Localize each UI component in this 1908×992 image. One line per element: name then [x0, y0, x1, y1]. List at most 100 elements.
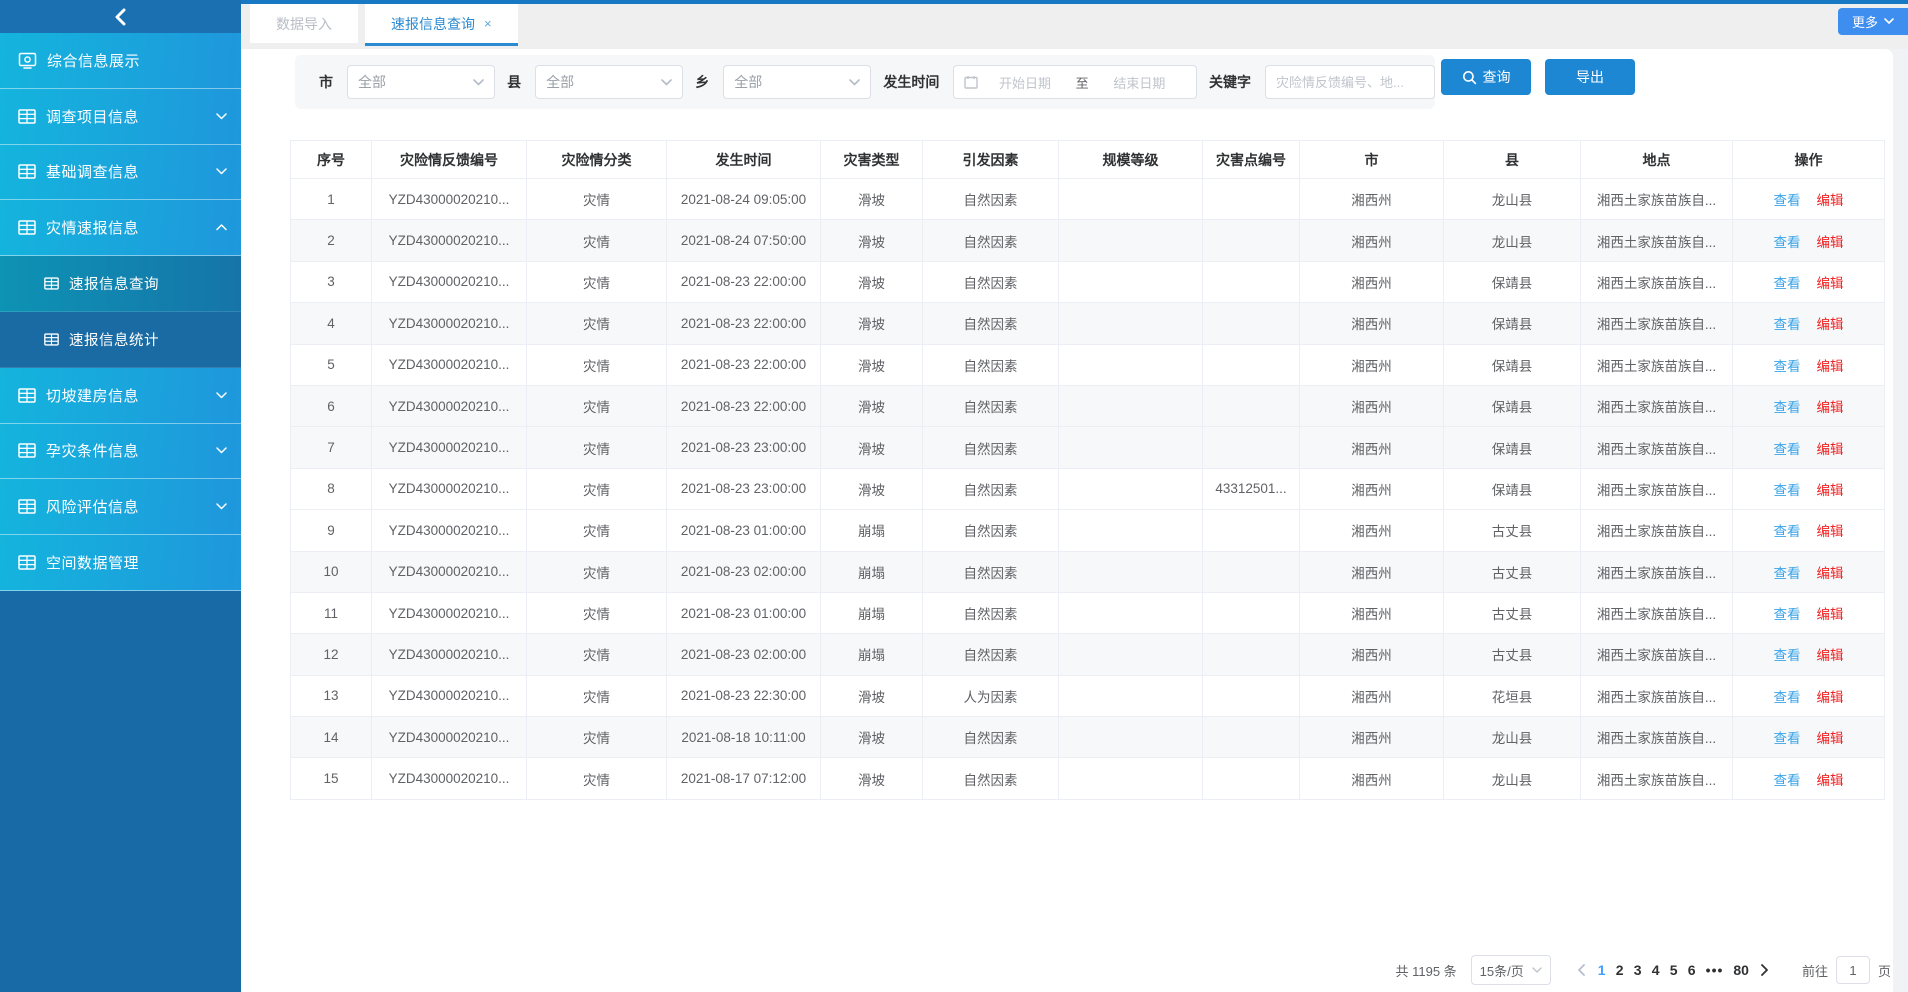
table-cell: 湘西州: [1300, 717, 1444, 758]
table-cell: YZD43000020210...: [372, 261, 527, 302]
view-link[interactable]: 查看: [1774, 731, 1801, 746]
sidebar-item-5[interactable]: 孕灾条件信息: [0, 424, 241, 480]
table-cell: 9: [291, 510, 372, 551]
search-button[interactable]: 查询: [1441, 59, 1531, 95]
edit-link[interactable]: 编辑: [1817, 524, 1844, 539]
edit-link[interactable]: 编辑: [1817, 317, 1844, 332]
export-button[interactable]: 导出: [1545, 59, 1635, 95]
table-cell: 自然因素: [923, 303, 1059, 344]
page-number-1[interactable]: 1: [1593, 956, 1611, 984]
view-link[interactable]: 查看: [1774, 483, 1801, 498]
tab-report-query[interactable]: 速报信息查询 ×: [365, 4, 518, 46]
sidebar-collapse-button[interactable]: [0, 0, 241, 33]
sidebar-item-0[interactable]: 综合信息展示: [0, 33, 241, 89]
table-cell: 湘西州: [1300, 427, 1444, 468]
edit-link[interactable]: 编辑: [1817, 731, 1844, 746]
table-row: 11YZD43000020210...灾情2021-08-23 01:00:00…: [291, 592, 1885, 633]
page-number-3[interactable]: 3: [1629, 956, 1647, 984]
sidebar-item-4[interactable]: 切坡建房信息: [0, 368, 241, 424]
table-cell: [1203, 551, 1300, 592]
table-cell-actions: 查看 编辑: [1733, 344, 1885, 385]
search-icon: [1462, 70, 1477, 85]
edit-link[interactable]: 编辑: [1817, 193, 1844, 208]
edit-link[interactable]: 编辑: [1817, 648, 1844, 663]
keyword-input[interactable]: [1265, 65, 1435, 99]
view-link[interactable]: 查看: [1774, 276, 1801, 291]
table-cell-actions: 查看 编辑: [1733, 634, 1885, 675]
edit-link[interactable]: 编辑: [1817, 235, 1844, 250]
view-link[interactable]: 查看: [1774, 524, 1801, 539]
page-number-5[interactable]: 5: [1665, 956, 1683, 984]
view-link[interactable]: 查看: [1774, 690, 1801, 705]
table-cell: 古丈县: [1444, 634, 1581, 675]
prev-page-button[interactable]: [1571, 964, 1593, 976]
more-button[interactable]: 更多: [1838, 8, 1908, 35]
edit-link[interactable]: 编辑: [1817, 359, 1844, 374]
main-area: 数据导入 速报信息查询 × 更多 市 全部: [241, 0, 1908, 992]
town-select[interactable]: 全部: [723, 65, 871, 99]
edit-link[interactable]: 编辑: [1817, 442, 1844, 457]
table-cell: 2021-08-23 23:00:00: [667, 468, 821, 509]
view-link[interactable]: 查看: [1774, 442, 1801, 457]
table-header-row: 序号灾险情反馈编号灾险情分类发生时间灾害类型引发因素规模等级灾害点编号市县地点操…: [291, 141, 1885, 179]
calendar-icon: [964, 75, 978, 89]
sidebar-item-6[interactable]: 风险评估信息: [0, 479, 241, 535]
view-link[interactable]: 查看: [1774, 235, 1801, 250]
table-cell: 湘西州: [1300, 510, 1444, 551]
view-link[interactable]: 查看: [1774, 193, 1801, 208]
edit-link[interactable]: 编辑: [1817, 773, 1844, 788]
view-link[interactable]: 查看: [1774, 607, 1801, 622]
table-cell: 湘西土家族苗族自...: [1581, 179, 1733, 220]
table-cell: 自然因素: [923, 758, 1059, 799]
table-cell: 湘西土家族苗族自...: [1581, 303, 1733, 344]
date-range-picker[interactable]: 开始日期 至 结束日期: [953, 65, 1197, 99]
table-cell: 滑坡: [821, 675, 923, 716]
table-cell: YZD43000020210...: [372, 179, 527, 220]
city-select[interactable]: 全部: [347, 65, 495, 99]
page-number-80[interactable]: 80: [1728, 956, 1754, 984]
edit-link[interactable]: 编辑: [1817, 566, 1844, 581]
table-cell: 43312501...: [1203, 468, 1300, 509]
view-link[interactable]: 查看: [1774, 359, 1801, 374]
page-size-select[interactable]: 15条/页: [1471, 955, 1551, 985]
edit-link[interactable]: 编辑: [1817, 607, 1844, 622]
page-number-6[interactable]: 6: [1683, 956, 1701, 984]
edit-link[interactable]: 编辑: [1817, 483, 1844, 498]
table-cell: 人为因素: [923, 675, 1059, 716]
sidebar-item-label: 空间数据管理: [46, 552, 227, 573]
chevron-up-icon: [216, 224, 227, 231]
table-cell: 保靖县: [1444, 427, 1581, 468]
goto-page-input[interactable]: [1836, 956, 1870, 984]
view-link[interactable]: 查看: [1774, 400, 1801, 415]
sidebar-item-3[interactable]: 灾情速报信息: [0, 200, 241, 256]
view-link[interactable]: 查看: [1774, 566, 1801, 581]
sidebar-subitem-3-0[interactable]: 速报信息查询: [0, 256, 241, 312]
table-cell: 灾情: [527, 634, 667, 675]
sidebar-item-7[interactable]: 空间数据管理: [0, 535, 241, 591]
view-link[interactable]: 查看: [1774, 317, 1801, 332]
table-cell: 湘西土家族苗族自...: [1581, 592, 1733, 633]
view-link[interactable]: 查看: [1774, 773, 1801, 788]
sidebar-item-1[interactable]: 调查项目信息: [0, 89, 241, 145]
table-cell: [1203, 592, 1300, 633]
table-cell: 保靖县: [1444, 261, 1581, 302]
page-number-2[interactable]: 2: [1611, 956, 1629, 984]
edit-link[interactable]: 编辑: [1817, 690, 1844, 705]
page-number-4[interactable]: 4: [1647, 956, 1665, 984]
sidebar-item-2[interactable]: 基础调查信息: [0, 145, 241, 201]
sidebar-item-label: 切坡建房信息: [46, 385, 216, 406]
table-row: 9YZD43000020210...灾情2021-08-23 01:00:00崩…: [291, 510, 1885, 551]
table-row: 14YZD43000020210...灾情2021-08-18 10:11:00…: [291, 717, 1885, 758]
next-page-button[interactable]: [1754, 964, 1776, 976]
table-cell: 自然因素: [923, 510, 1059, 551]
county-select[interactable]: 全部: [535, 65, 683, 99]
sidebar-subitem-3-1[interactable]: 速报信息统计: [0, 312, 241, 368]
edit-link[interactable]: 编辑: [1817, 400, 1844, 415]
tab-data-import[interactable]: 数据导入: [250, 4, 358, 43]
close-icon[interactable]: ×: [484, 16, 492, 31]
edit-link[interactable]: 编辑: [1817, 276, 1844, 291]
view-link[interactable]: 查看: [1774, 648, 1801, 663]
table-cell: 湘西土家族苗族自...: [1581, 261, 1733, 302]
table-cell: 保靖县: [1444, 344, 1581, 385]
table-cell: 湘西州: [1300, 303, 1444, 344]
